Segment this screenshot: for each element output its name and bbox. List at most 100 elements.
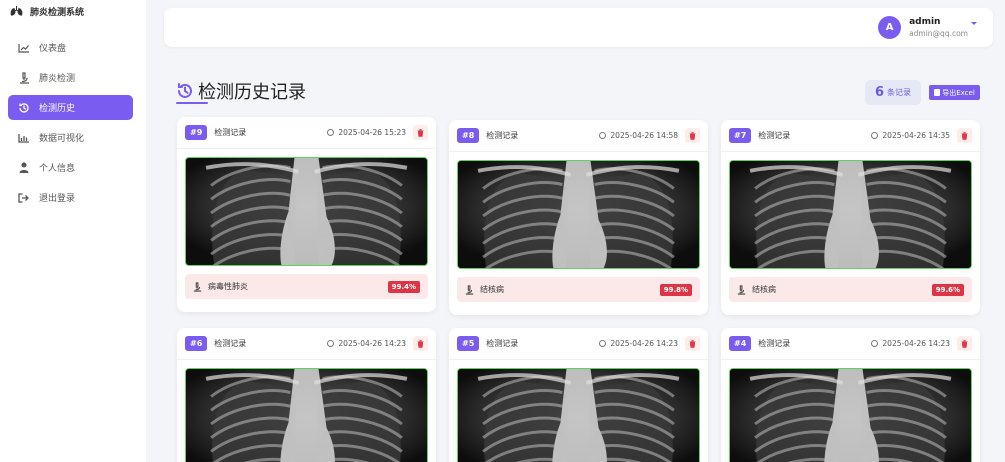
delete-button[interactable] (685, 336, 700, 351)
record-card[interactable]: #8 检测记录 2025-04-26 14:58 结核病 99.8% (449, 120, 708, 315)
record-time: 2025-04-26 14:35 (871, 131, 950, 140)
record-id-badge: #5 (457, 336, 480, 351)
trash-icon (417, 128, 424, 137)
delete-button[interactable] (413, 125, 428, 140)
record-label: 检测记录 (486, 339, 519, 348)
record-label: 检测记录 (214, 339, 247, 348)
record-card[interactable]: #6 检测记录 2025-04-26 14:23 (177, 328, 436, 462)
card-header: #5 检测记录 2025-04-26 14:23 (449, 328, 708, 360)
record-id-badge: #4 (729, 336, 752, 351)
record-card[interactable]: #7 检测记录 2025-04-26 14:35 结核病 99.6% (721, 120, 980, 315)
xray-image (185, 368, 428, 462)
sidebar-item-label: 肺炎检测 (39, 74, 76, 84)
history-icon (18, 102, 30, 114)
record-time: 2025-04-26 14:23 (871, 339, 950, 348)
record-id-badge: #9 (185, 125, 208, 140)
sidebar-item-label: 检测历史 (39, 104, 76, 114)
title-underline (176, 102, 208, 104)
record-time: 2025-04-26 14:23 (599, 339, 678, 348)
card-header: #7 检测记录 2025-04-26 14:35 (721, 120, 980, 152)
history-icon (178, 83, 192, 98)
top-bar: A admin admin@qq.com (164, 8, 993, 47)
result-bar: 病毒性肺炎 99.4% (185, 274, 428, 299)
trash-icon (961, 131, 968, 140)
sidebar-item-visualization[interactable]: 数据可视化 (8, 125, 133, 150)
card-header: #9 检测记录 2025-04-26 15:23 (177, 117, 436, 149)
record-card[interactable]: #9 检测记录 2025-04-26 15:23 病毒性肺炎 99.4% (177, 117, 436, 312)
record-card[interactable]: #5 检测记录 2025-04-26 14:23 (449, 328, 708, 462)
clock-icon (871, 340, 879, 347)
card-header: #4 检测记录 2025-04-26 14:23 (721, 328, 980, 360)
chart-line-icon (18, 42, 30, 54)
sidebar-item-history[interactable]: 检测历史 (8, 95, 133, 120)
result-text: 结核病 (480, 285, 504, 294)
record-time-text: 2025-04-26 14:23 (610, 339, 678, 348)
record-time-text: 2025-04-26 14:35 (882, 131, 950, 140)
sidebar-item-label: 仪表盘 (39, 44, 67, 54)
record-time-text: 2025-04-26 14:23 (338, 339, 406, 348)
page-title: 检测历史记录 (198, 82, 306, 103)
delete-button[interactable] (413, 336, 428, 351)
microscope-icon (737, 284, 746, 295)
confidence-badge: 99.6% (931, 283, 964, 296)
record-time: 2025-04-26 14:23 (327, 339, 406, 348)
sidebar-item-logout[interactable]: 退出登录 (8, 185, 133, 210)
record-time: 2025-04-26 15:23 (327, 128, 406, 137)
clock-icon (599, 132, 607, 139)
lungs-icon (10, 6, 23, 16)
xray-image (457, 160, 700, 269)
sidebar: 肺炎检测系统 仪表盘 肺炎检测 检测历史 数据可视化 个人信息 退出登录 (0, 0, 146, 462)
record-time-text: 2025-04-26 14:58 (610, 131, 678, 140)
page-title-row: 检测历史记录 (176, 78, 306, 104)
brand: 肺炎检测系统 (0, 0, 146, 22)
xray-image (457, 368, 700, 462)
record-card[interactable]: #4 检测记录 2025-04-26 14:23 (721, 328, 980, 462)
export-excel-button[interactable]: 导出Excel (929, 85, 980, 100)
sidebar-item-dashboard[interactable]: 仪表盘 (8, 35, 133, 60)
record-label: 检测记录 (486, 131, 519, 140)
xray-image (729, 368, 972, 462)
delete-button[interactable] (957, 128, 972, 143)
record-id-badge: #6 (185, 336, 208, 351)
card-header: #8 检测记录 2025-04-26 14:58 (449, 120, 708, 152)
record-count: 6 (874, 85, 885, 100)
trash-icon (417, 339, 424, 348)
sidebar-item-label: 个人信息 (39, 164, 76, 174)
delete-button[interactable] (685, 128, 700, 143)
trash-icon (961, 339, 968, 348)
user-email: admin@qq.com (909, 28, 968, 38)
sidebar-item-label: 退出登录 (39, 194, 76, 204)
confidence-badge: 99.8% (659, 283, 692, 296)
result-bar: 结核病 99.8% (457, 277, 700, 302)
user-menu[interactable]: A admin admin@qq.com (878, 16, 977, 39)
sidebar-item-label: 数据可视化 (39, 134, 85, 144)
trash-icon (689, 339, 696, 348)
xray-image (729, 160, 972, 269)
card-header: #6 检测记录 2025-04-26 14:23 (177, 328, 436, 360)
record-label: 检测记录 (758, 131, 791, 140)
result-bar: 结核病 99.6% (729, 277, 972, 302)
bar-chart-icon (18, 132, 30, 144)
trash-icon (689, 131, 696, 140)
clock-icon (871, 132, 879, 139)
export-label: 导出Excel (942, 88, 975, 97)
xray-image (185, 157, 428, 266)
avatar[interactable]: A (878, 16, 902, 39)
clock-icon (327, 340, 335, 347)
record-time-text: 2025-04-26 14:23 (882, 339, 950, 348)
sidebar-nav: 仪表盘 肺炎检测 检测历史 数据可视化 个人信息 退出登录 (0, 35, 146, 210)
chevron-down-icon[interactable] (971, 22, 977, 25)
app-title: 肺炎检测系统 (30, 7, 85, 18)
username: admin (909, 16, 941, 27)
user-icon (18, 162, 30, 174)
record-time-text: 2025-04-26 15:23 (338, 128, 406, 137)
record-time: 2025-04-26 14:58 (599, 131, 678, 140)
sidebar-item-detection[interactable]: 肺炎检测 (8, 65, 133, 90)
delete-button[interactable] (957, 336, 972, 351)
result-text: 病毒性肺炎 (208, 282, 248, 291)
record-count-badge: 6 条记录 (865, 80, 921, 105)
record-count-label: 条记录 (887, 88, 912, 97)
record-id-badge: #7 (729, 128, 752, 143)
record-id-badge: #8 (457, 128, 480, 143)
sidebar-item-profile[interactable]: 个人信息 (8, 155, 133, 180)
